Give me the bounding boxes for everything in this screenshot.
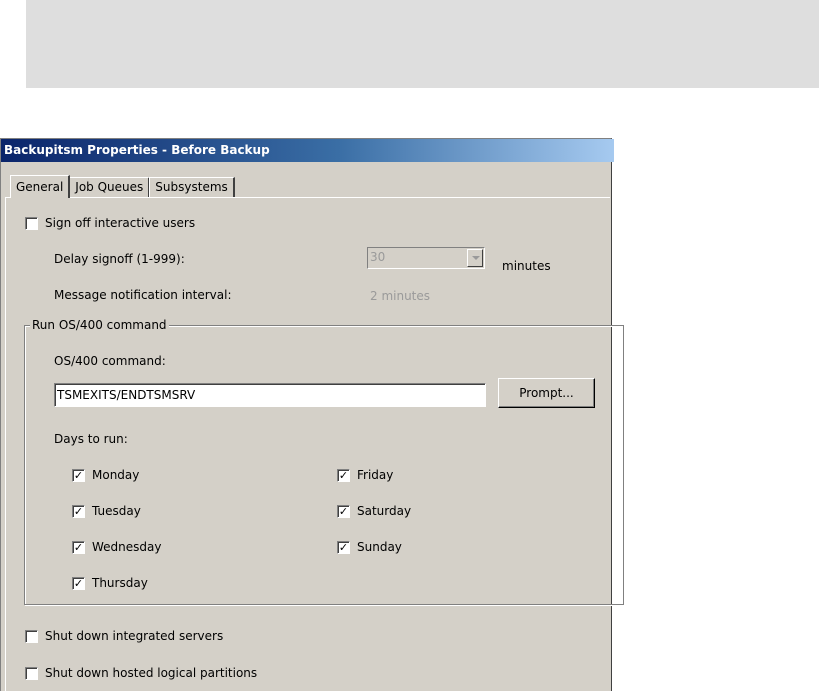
prompt-button[interactable]: Prompt... xyxy=(498,378,595,408)
delay-units-label: minutes xyxy=(502,259,551,273)
tab-panel-left-edge xyxy=(5,197,6,691)
delay-signoff-label: Delay signoff (1-999): xyxy=(54,252,185,266)
tuesday-label: Tuesday xyxy=(92,504,141,518)
notify-interval-value: 2 minutes xyxy=(370,289,431,303)
tuesday-checkbox[interactable]: ✓ xyxy=(72,505,85,518)
shutdown-hosted-label: Shut down hosted logical partitions xyxy=(45,666,258,680)
check-icon: ✓ xyxy=(73,469,84,482)
chevron-down-icon[interactable] xyxy=(467,249,483,267)
tab-subsystems[interactable]: Subsystems xyxy=(149,177,235,197)
check-icon: ✓ xyxy=(73,541,84,554)
shutdown-hosted-checkbox[interactable] xyxy=(25,667,38,680)
check-icon: ✓ xyxy=(338,505,349,518)
shutdown-integrated-checkbox[interactable] xyxy=(25,630,38,643)
friday-label: Friday xyxy=(357,468,394,482)
wednesday-checkbox[interactable]: ✓ xyxy=(72,541,85,554)
title-bar[interactable]: Backupitsm Properties - Before Backup xyxy=(1,139,614,162)
tab-job-queues[interactable]: Job Queues xyxy=(69,177,151,197)
window-title: Backupitsm Properties - Before Backup xyxy=(4,143,270,157)
saturday-checkbox[interactable]: ✓ xyxy=(337,505,350,518)
check-icon: ✓ xyxy=(73,505,84,518)
notify-interval-label: Message notification interval: xyxy=(54,288,232,302)
sunday-label: Sunday xyxy=(357,540,402,554)
saturday-label: Saturday xyxy=(357,504,412,518)
wednesday-label: Wednesday xyxy=(92,540,162,554)
top-banner xyxy=(26,0,819,88)
thursday-label: Thursday xyxy=(92,576,148,590)
os400-command-input[interactable] xyxy=(54,383,486,407)
friday-checkbox[interactable]: ✓ xyxy=(337,469,350,482)
thursday-checkbox[interactable]: ✓ xyxy=(72,577,85,590)
tab-panel-edge xyxy=(5,197,610,198)
check-icon: ✓ xyxy=(338,469,349,482)
check-icon: ✓ xyxy=(338,541,349,554)
days-to-run-label: Days to run: xyxy=(54,432,128,446)
delay-signoff-value: 30 xyxy=(370,250,386,264)
sign-off-label: Sign off interactive users xyxy=(45,216,196,230)
tab-general[interactable]: General xyxy=(10,175,71,198)
monday-checkbox[interactable]: ✓ xyxy=(72,469,85,482)
shutdown-integrated-label: Shut down integrated servers xyxy=(45,629,224,643)
tab-strip: General Job Queues Subsystems xyxy=(10,175,235,198)
run-command-group-label: Run OS/400 command xyxy=(30,318,169,332)
check-icon: ✓ xyxy=(73,577,84,590)
sign-off-checkbox[interactable] xyxy=(25,217,38,230)
monday-label: Monday xyxy=(92,468,140,482)
delay-signoff-combo[interactable]: 30 xyxy=(367,247,485,269)
sunday-checkbox[interactable]: ✓ xyxy=(337,541,350,554)
os400-command-label: OS/400 command: xyxy=(54,354,166,368)
